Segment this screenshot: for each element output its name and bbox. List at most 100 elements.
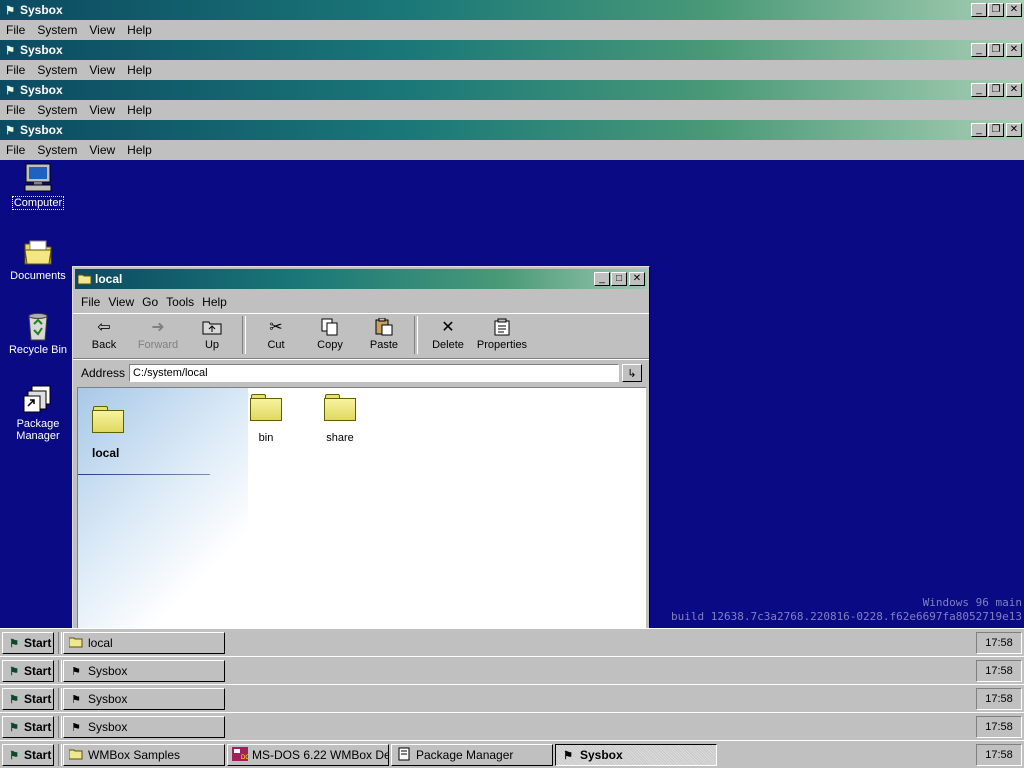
window-title: Sysbox — [20, 83, 63, 97]
menu-system[interactable]: System — [31, 143, 83, 157]
restore-button[interactable]: ❐ — [988, 3, 1004, 17]
menu-file[interactable]: File — [0, 23, 31, 37]
current-folder-name: local — [92, 446, 120, 460]
title-bar[interactable]: ⚑ Sysbox _ ❐ ✕ — [0, 120, 1024, 140]
back-button[interactable]: ⇦ Back — [77, 314, 131, 351]
copy-icon — [303, 317, 357, 337]
taskbar-task-sysbox[interactable]: ⚑ Sysbox — [63, 688, 225, 710]
taskbar-task-sysbox[interactable]: ⚑ Sysbox — [63, 716, 225, 738]
menu-bar: File System View Help — [0, 140, 1024, 160]
up-button[interactable]: Up — [185, 314, 239, 351]
desktop-icon-documents[interactable]: Documents — [1, 236, 75, 282]
close-button[interactable]: ✕ — [1006, 43, 1022, 57]
taskbar-separator — [58, 744, 62, 766]
taskbar-task-local[interactable]: local — [63, 632, 225, 654]
forward-arrow-icon: ➜ — [151, 319, 165, 336]
title-bar[interactable]: ⚑ Sysbox _ ❐ ✕ — [0, 80, 1024, 100]
cut-button[interactable]: ✂ Cut — [249, 314, 303, 351]
taskbar-task-wmbox-samples[interactable]: WMBox Samples — [63, 744, 225, 766]
paste-button[interactable]: Paste — [357, 314, 411, 351]
menu-view[interactable]: View — [83, 23, 121, 37]
explorer-window: local _ □ ✕ File View Go Tools Help ⇦ Ba… — [72, 266, 650, 638]
menu-help[interactable]: Help — [121, 143, 158, 157]
close-button[interactable]: ✕ — [629, 272, 645, 286]
go-arrow-icon: ↳ — [627, 367, 637, 380]
desktop-icon-computer[interactable]: Computer — [1, 162, 75, 210]
desktop-icon-label: Computer — [11, 196, 65, 210]
close-button[interactable]: ✕ — [1006, 123, 1022, 137]
menu-help[interactable]: Help — [121, 23, 158, 37]
start-button[interactable]: ⚑ Start — [2, 716, 54, 738]
minimize-button[interactable]: _ — [971, 83, 987, 97]
delete-x-icon: ✕ — [441, 319, 455, 336]
large-folder-icon — [92, 406, 124, 433]
menu-file[interactable]: File — [0, 63, 31, 77]
folder-item-share[interactable]: share — [310, 394, 370, 444]
explorer-title-bar[interactable]: local _ □ ✕ — [75, 269, 647, 289]
delete-button[interactable]: ✕ Delete — [421, 314, 475, 351]
restore-button[interactable]: ❐ — [988, 83, 1004, 97]
start-logo-icon: ⚑ — [9, 749, 19, 762]
go-button[interactable]: ↳ — [622, 364, 643, 382]
window-title: local — [95, 272, 123, 286]
taskbar-task-sysbox[interactable]: ⚑ Sysbox — [63, 660, 225, 682]
menu-system[interactable]: System — [31, 23, 83, 37]
taskbar-task-sysbox[interactable]: ⚑ Sysbox — [555, 744, 717, 766]
desktop-icon-label: Recycle Bin — [8, 344, 68, 356]
menu-view[interactable]: View — [104, 295, 138, 309]
minimize-button[interactable]: _ — [594, 272, 610, 286]
folder-item-bin[interactable]: bin — [236, 394, 296, 444]
menu-system[interactable]: System — [31, 103, 83, 117]
window-title: Sysbox — [20, 43, 63, 57]
properties-button[interactable]: Properties — [475, 314, 529, 351]
menu-view[interactable]: View — [83, 103, 121, 117]
menu-system[interactable]: System — [31, 63, 83, 77]
menu-file[interactable]: File — [0, 143, 31, 157]
start-button[interactable]: ⚑ Start — [2, 632, 54, 654]
forward-button[interactable]: ➜ Forward — [131, 314, 185, 351]
window-title: Sysbox — [20, 123, 63, 137]
address-input[interactable]: C:/system/local — [129, 364, 620, 382]
menu-go[interactable]: Go — [138, 295, 162, 309]
copy-button[interactable]: Copy — [303, 314, 357, 351]
close-button[interactable]: ✕ — [1006, 3, 1022, 17]
restore-button[interactable]: ❐ — [988, 123, 1004, 137]
minimize-button[interactable]: _ — [971, 43, 987, 57]
start-button[interactable]: ⚑ Start — [2, 688, 54, 710]
folder-view[interactable]: local bin share — [77, 387, 646, 638]
menu-tools[interactable]: Tools — [162, 295, 198, 309]
menu-help[interactable]: Help — [121, 103, 158, 117]
restore-button[interactable]: ❐ — [988, 43, 1004, 57]
title-bar[interactable]: ⚑ Sysbox _ ❐ ✕ — [0, 40, 1024, 60]
taskbar-task-package-manager[interactable]: Package Manager — [391, 744, 553, 766]
address-bar: Address C:/system/local ↳ — [73, 359, 649, 386]
sysbox-icon: ⚑ — [71, 693, 81, 706]
desktop-icon-package-manager[interactable]: Package Manager — [1, 384, 75, 442]
sysbox-icon: ⚑ — [71, 665, 81, 678]
toolbar-separator — [242, 316, 246, 354]
menu-help[interactable]: Help — [121, 63, 158, 77]
start-button[interactable]: ⚑ Start — [2, 660, 54, 682]
taskbar-2: ⚑ Start ⚑ Sysbox 17:58 — [0, 656, 1024, 684]
taskbar-separator — [58, 632, 62, 654]
minimize-button[interactable]: _ — [971, 123, 987, 137]
title-bar[interactable]: ⚑ Sysbox _ ❐ ✕ — [0, 0, 1024, 20]
menu-help[interactable]: Help — [198, 295, 231, 309]
taskbar-task-msdos[interactable]: DOS MS-DOS 6.22 WMBox Dem... — [227, 744, 389, 766]
menu-file[interactable]: File — [0, 103, 31, 117]
toolbar-separator — [414, 316, 418, 354]
close-button[interactable]: ✕ — [1006, 83, 1022, 97]
task-label: Sysbox — [88, 720, 128, 734]
menu-view[interactable]: View — [83, 63, 121, 77]
menu-view[interactable]: View — [83, 143, 121, 157]
explorer-toolbar: ⇦ Back ➜ Forward Up ✂ Cut Copy Paste ✕ D… — [73, 313, 649, 359]
minimize-button[interactable]: _ — [971, 3, 987, 17]
desktop-icon-recycle-bin[interactable]: Recycle Bin — [1, 310, 75, 356]
start-button[interactable]: ⚑ Start — [2, 744, 54, 766]
taskbar-4: ⚑ Start ⚑ Sysbox 17:58 — [0, 712, 1024, 740]
scissors-icon: ✂ — [269, 319, 283, 336]
up-folder-icon — [185, 317, 239, 337]
menu-file[interactable]: File — [77, 295, 104, 309]
maximize-button[interactable]: □ — [611, 272, 627, 286]
task-label: Package Manager — [416, 748, 514, 762]
